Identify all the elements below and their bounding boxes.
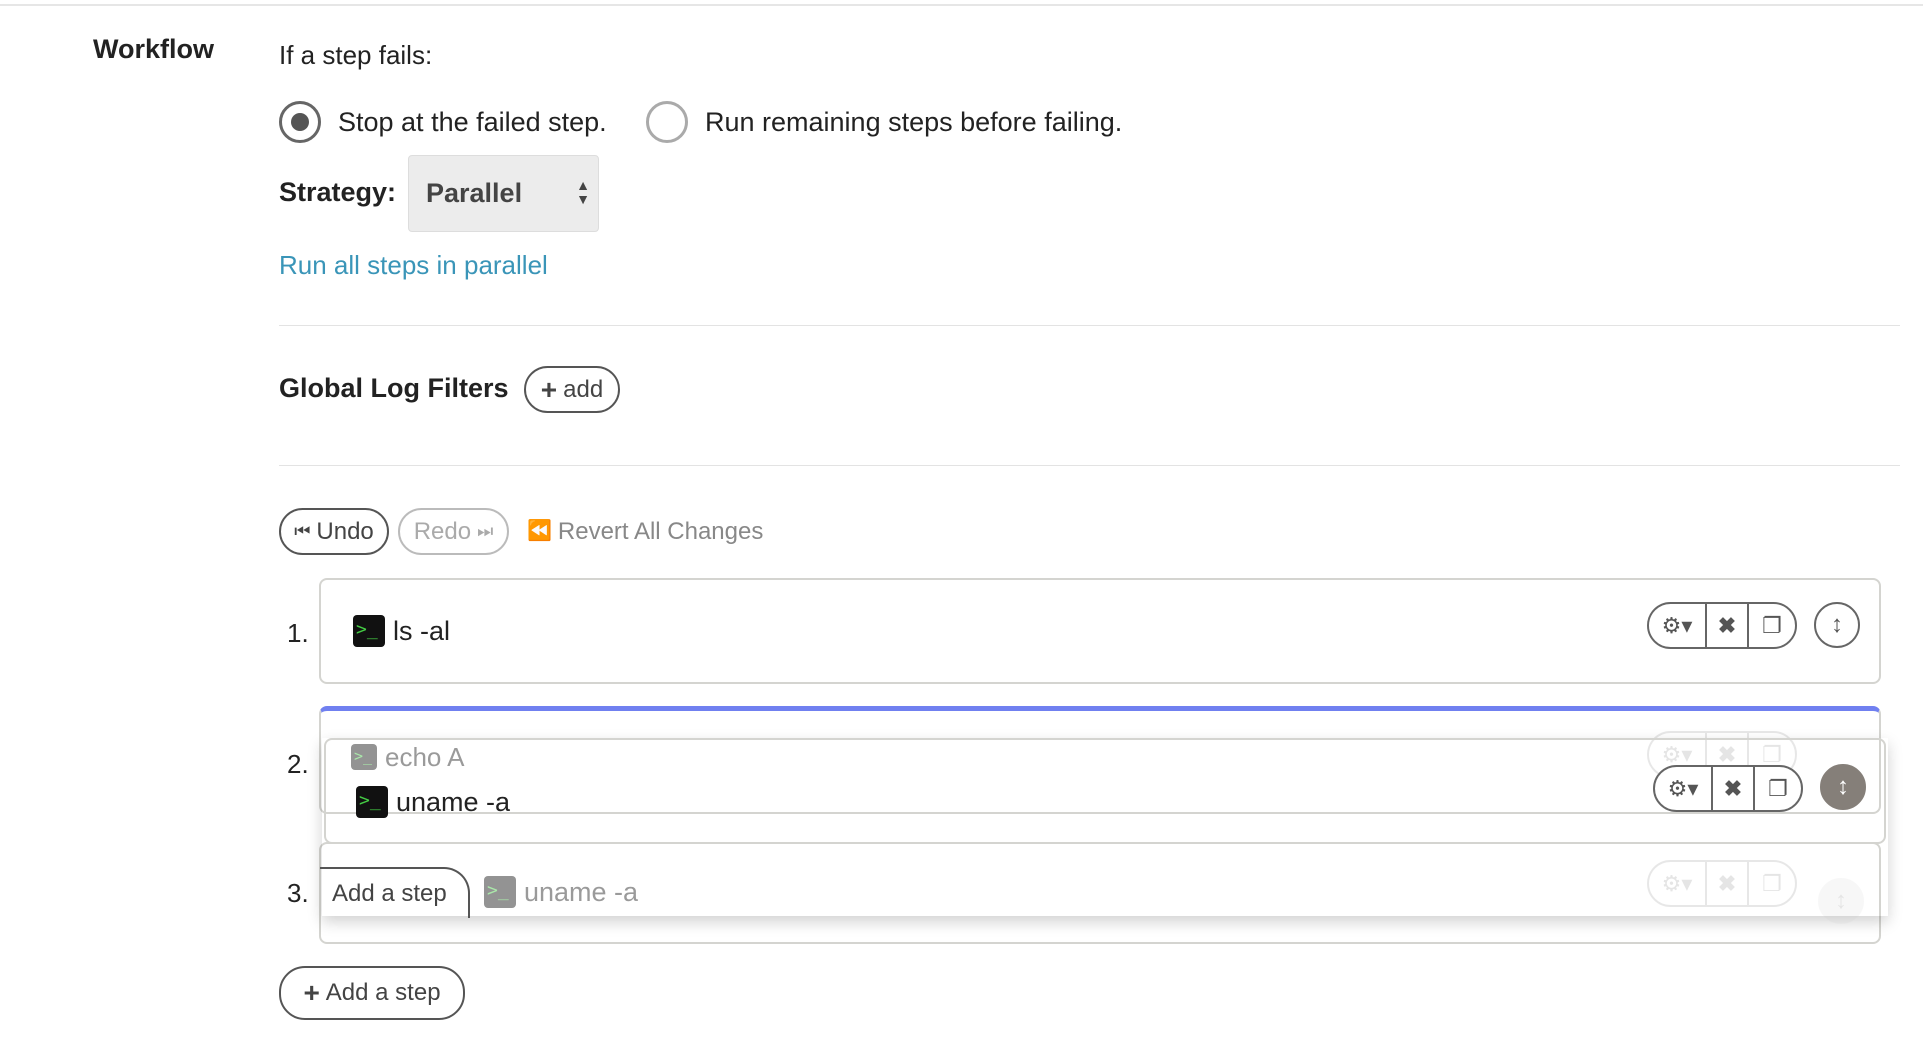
add-step-button[interactable]: + Add a step bbox=[279, 966, 465, 1020]
copy-step-button[interactable]: ❐ bbox=[1749, 604, 1795, 647]
plus-icon: + bbox=[303, 977, 320, 1008]
step-number: 3. bbox=[287, 878, 309, 908]
step-3-ghost-command: >_ uname -a bbox=[484, 876, 638, 908]
terminal-icon: >_ bbox=[353, 615, 385, 647]
strategy-label: Strategy: bbox=[279, 177, 397, 207]
plus-icon: + bbox=[540, 373, 558, 405]
strategy-value: Parallel bbox=[426, 178, 523, 208]
move-handle-icon: ↕ bbox=[1818, 878, 1864, 924]
step-forward-icon: ⏭ bbox=[477, 521, 494, 541]
divider bbox=[279, 325, 1900, 326]
copy-step-button[interactable]: ❐ bbox=[1755, 767, 1801, 810]
gear-dropdown-button[interactable]: ⚙▾ bbox=[1649, 604, 1707, 647]
dragged-step-card[interactable]: >_ uname -a ⚙▾ ✖ ❐ ↕ bbox=[324, 738, 1886, 844]
radio-stop-at-failed[interactable] bbox=[279, 101, 321, 143]
undo-button[interactable]: ⏮ Undo bbox=[279, 508, 389, 555]
delete-step-button[interactable]: ✖ bbox=[1707, 604, 1749, 647]
step-number: 2. bbox=[287, 749, 309, 779]
move-handle-icon[interactable]: ↕ bbox=[1814, 602, 1860, 648]
terminal-icon: >_ bbox=[351, 744, 377, 770]
ghost-add-step-button: Add a step bbox=[320, 867, 470, 918]
log-filters-title: Global Log Filters bbox=[279, 373, 509, 403]
delete-step-button[interactable]: ✖ bbox=[1713, 767, 1755, 810]
step-card[interactable]: >_ ls -al ⚙▾ ✖ ❐ ↕ bbox=[319, 578, 1881, 684]
redo-button[interactable]: Redo ⏭ bbox=[398, 508, 509, 555]
move-handle-icon[interactable]: ↕ bbox=[1820, 764, 1866, 810]
divider bbox=[279, 465, 1900, 466]
terminal-icon: >_ bbox=[356, 786, 388, 818]
strategy-description: Run all steps in parallel bbox=[279, 250, 548, 280]
failure-label: If a step fails: bbox=[279, 40, 433, 70]
step-back-icon: ⏮ bbox=[294, 521, 311, 541]
select-arrows-icon: ▲ ▼ bbox=[576, 177, 590, 207]
step-actions: ⚙▾ ✖ ❐ bbox=[1647, 602, 1797, 649]
top-divider bbox=[0, 4, 1923, 6]
fast-backward-icon: ⏪ bbox=[527, 520, 552, 542]
gear-dropdown-button[interactable]: ⚙▾ bbox=[1655, 767, 1713, 810]
radio-run-remaining-label[interactable]: Run remaining steps before failing. bbox=[705, 107, 1122, 138]
add-log-filter-button[interactable]: + add bbox=[524, 366, 620, 413]
strategy-select[interactable]: Parallel ▲ ▼ bbox=[408, 155, 599, 232]
step-number: 1. bbox=[287, 618, 309, 648]
section-title: Workflow bbox=[93, 34, 214, 64]
step-2-ghost-command: >_ echo A bbox=[351, 742, 465, 772]
radio-stop-label[interactable]: Stop at the failed step. bbox=[338, 107, 607, 138]
radio-run-remaining[interactable] bbox=[646, 101, 688, 143]
revert-all-button[interactable]: ⏪ Revert All Changes bbox=[527, 518, 763, 546]
terminal-icon: >_ bbox=[484, 876, 516, 908]
